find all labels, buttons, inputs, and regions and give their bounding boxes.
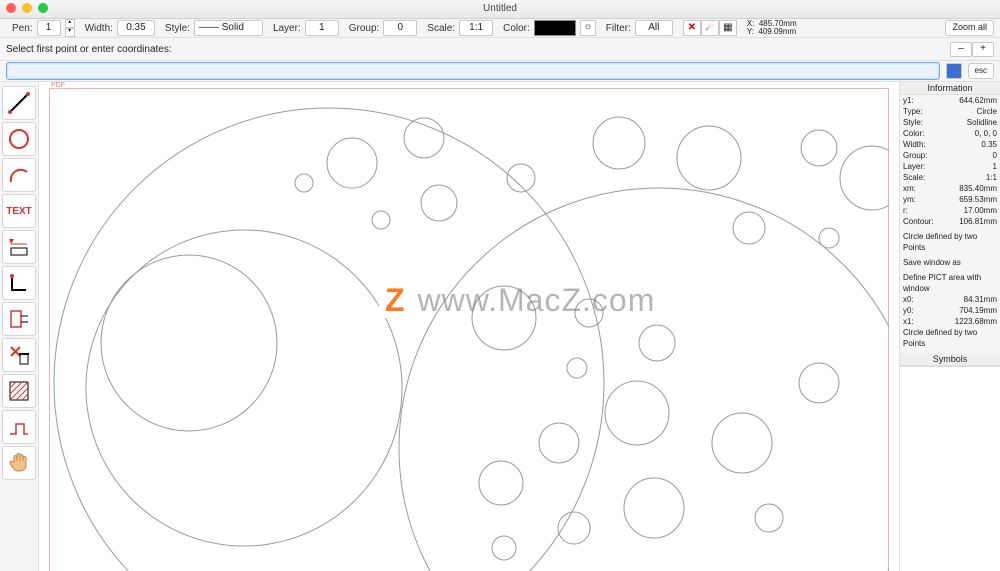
scale-label: Scale: [427,23,455,34]
tool-palette: TEXT [0,82,39,571]
pen-field[interactable]: 1 [37,20,61,36]
minimize-icon[interactable] [22,3,32,13]
window-controls [6,3,48,13]
style-label: Style: [165,23,190,34]
cursor-coordinates: X: 485.70mm Y: 409.09mm [747,20,797,36]
info-row: Contour:106.81mm [900,216,1000,227]
color-label: Color: [503,23,530,34]
info-row: xm:835.40mm [900,183,1000,194]
layer-label: Layer: [273,23,301,34]
dimension-tool[interactable] [2,230,36,264]
command-input-row: esc [0,61,1000,82]
snap-magnet-icon[interactable]: ☄ [701,20,719,36]
canvas[interactable]: PDF Zwww.MacZ.com [39,82,899,571]
info-row: Width:0.35 [900,139,1000,150]
corner-tool[interactable] [2,266,36,300]
pan-tool[interactable] [2,446,36,480]
polyline-tool[interactable] [2,410,36,444]
group-field[interactable]: 0 [383,20,417,36]
esc-button[interactable]: esc [968,63,994,79]
info-row: x0:84.31mm [900,294,1000,305]
command-bar: Select first point or enter coordinates:… [0,38,1000,61]
command-prompt: Select first point or enter coordinates: [6,44,172,55]
snap-endpoint-icon[interactable]: ✕ [683,20,701,36]
arc-tool[interactable] [2,158,36,192]
info-note: Define PICT area with window [900,272,1000,294]
info-note: Save window as [900,257,1000,268]
info-panel: Information y1:644.62mmType:CircleStyle:… [899,82,1000,571]
trim-tool[interactable] [2,302,36,336]
layer-field[interactable]: 1 [305,20,339,36]
info-row: Style:Solidline [900,117,1000,128]
filter-select[interactable]: All [635,20,673,36]
zoom-in-button[interactable]: + [972,42,994,57]
snap-grid-icon[interactable]: ▦ [719,20,737,36]
filter-label: Filter: [606,23,631,34]
color-swatch[interactable] [534,20,576,36]
info-row: Layer:1 [900,161,1000,172]
drawing-content [49,88,889,571]
info-row: y0:704.19mm [900,305,1000,316]
main-area: TEXT PDF Zwww.MacZ.com Information y1:64… [0,82,1000,571]
pen-stepper[interactable]: ▴▾ [65,19,75,37]
window-title: Untitled [483,3,517,14]
symbols-panel[interactable] [900,366,1000,571]
zoom-buttons: – + [950,42,994,57]
info-row: Scale:1:1 [900,172,1000,183]
snap-buttons: ✕ ☄ ▦ [683,20,737,36]
scale-field[interactable]: 1:1 [459,20,493,36]
command-input[interactable] [6,62,940,80]
info-note: Circle defined by two Points [900,327,1000,349]
width-label: Width: [85,23,113,34]
info-row: Color:0, 0, 0 [900,128,1000,139]
info-note: Circle defined by two Points [900,231,1000,253]
zoom-all-button[interactable]: Zoom all [945,20,994,36]
info-row: Group:0 [900,150,1000,161]
info-row: r:17.00mm [900,205,1000,216]
pen-label: Pen: [12,23,33,34]
close-icon[interactable] [6,3,16,13]
circle-tool[interactable] [2,122,36,156]
info-row: ym:659.53mm [900,194,1000,205]
info-header: Information [900,82,1000,95]
info-row: y1:644.62mm [900,95,1000,106]
group-label: Group: [349,23,380,34]
command-submit-button[interactable] [946,63,962,79]
hatch-tool[interactable] [2,374,36,408]
info-row: Type:Circle [900,106,1000,117]
delete-tool[interactable] [2,338,36,372]
property-bar: Pen: 1 ▴▾ Width: 0.35 Style: —— Solid La… [0,19,1000,38]
text-tool[interactable]: TEXT [2,194,36,228]
zoom-out-button[interactable]: – [950,42,972,57]
color-menu-icon[interactable]: ☼ [580,20,596,36]
window-titlebar: Untitled [0,0,1000,19]
line-tool[interactable] [2,86,36,120]
width-field[interactable]: 0.35 [117,20,155,36]
style-select[interactable]: —— Solid [194,20,263,36]
maximize-icon[interactable] [38,3,48,13]
symbols-header: Symbols [900,353,1000,366]
info-row: x1:1223.68mm [900,316,1000,327]
